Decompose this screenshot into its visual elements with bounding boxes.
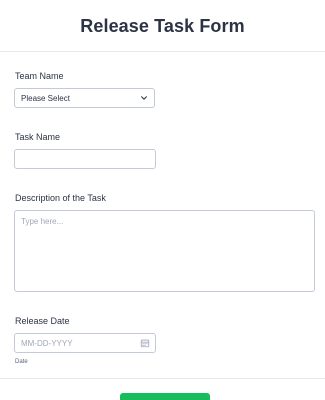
form-page: Release Task Form Team Name Please Selec… [0,0,325,400]
form-header: Release Task Form [0,0,325,52]
form-title: Release Task Form [80,16,245,36]
release-date-label: Release Date [15,316,70,326]
task-name-label: Task Name [15,132,61,142]
release-date-input[interactable]: MM-DD-YYYY [14,333,156,353]
description-label: Description of the Task [15,193,106,203]
description-textarea[interactable]: Type here... [14,210,315,292]
release-date-placeholder: MM-DD-YYYY [21,338,73,348]
footer-divider [0,378,325,379]
calendar-icon[interactable] [140,338,150,348]
team-name-select[interactable]: Please Select [14,88,155,108]
description-placeholder: Type here... [21,217,64,226]
submit-button[interactable] [120,393,210,400]
chevron-down-icon [141,96,147,100]
team-name-selected-value: Please Select [21,93,70,103]
release-date-sublabel: Date [15,359,28,365]
task-name-input[interactable] [14,149,156,169]
team-name-label: Team Name [15,71,64,81]
